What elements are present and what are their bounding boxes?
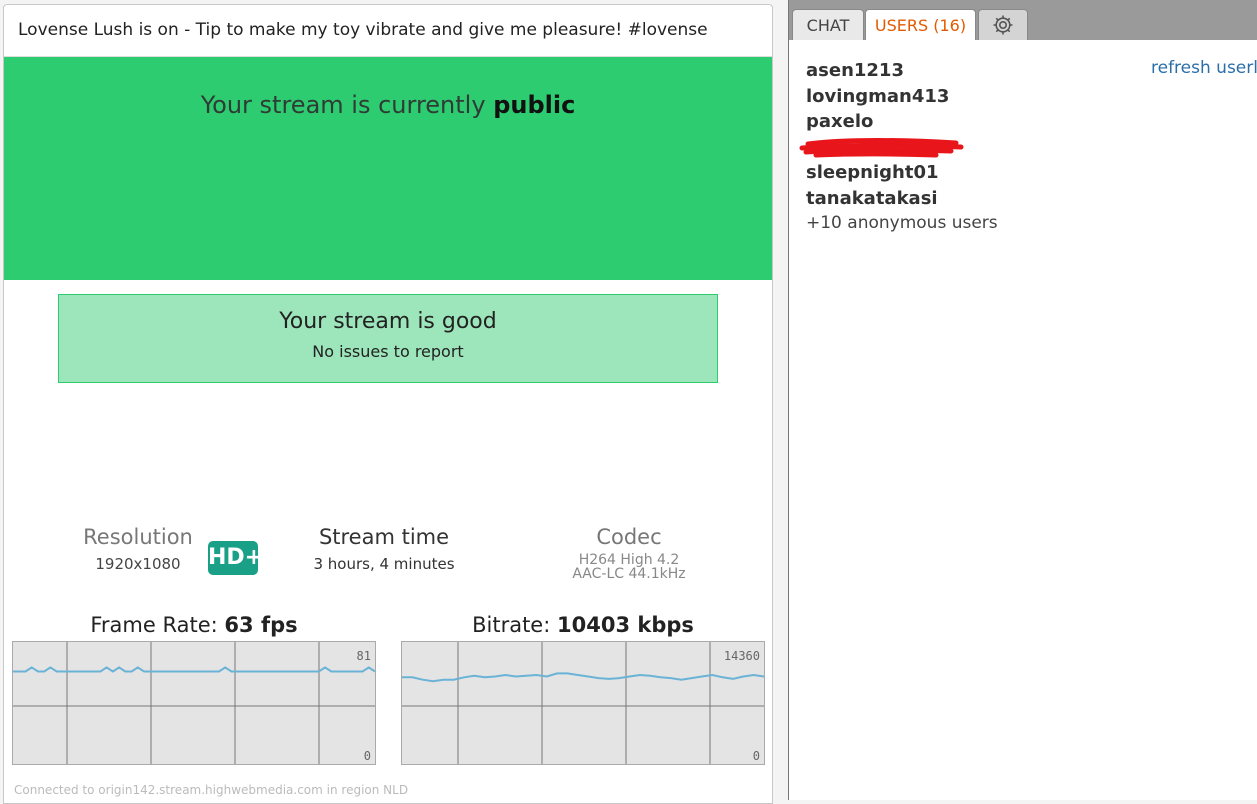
room-subject: Lovense Lush is on - Tip to make my toy … — [4, 5, 772, 57]
tab-users[interactable]: USERS (16) — [865, 9, 976, 40]
codec-audio: AAC-LC 44.1kHz — [572, 566, 686, 582]
stream-time-stat: Stream time 3 hours, 4 minutes — [294, 525, 474, 573]
connection-info: Connected to origin142.stream.highwebmed… — [14, 783, 409, 797]
resolution-label: Resolution — [83, 525, 193, 549]
bitrate-graph-svg: 14360 0 — [402, 642, 765, 764]
stream-health-heading: Your stream is good — [279, 309, 497, 334]
user-list-item-redacted[interactable] — [799, 135, 998, 161]
framerate-graph-svg: 81 0 — [13, 642, 376, 764]
framerate-graph: 81 0 — [12, 641, 376, 765]
framerate-label: Frame Rate: — [90, 613, 218, 637]
user-list-item[interactable]: tanakatakasi — [806, 186, 998, 212]
framerate-title: Frame Rate: 63 fps — [12, 613, 376, 637]
bitrate-min-tick: 0 — [753, 749, 760, 763]
chat-sidebar: CHAT USERS (16) asen1213 lovingman413 pa… — [788, 0, 1257, 800]
bitrate-title: Bitrate: 10403 kbps — [401, 613, 765, 637]
stream-time-value: 3 hours, 4 minutes — [313, 555, 455, 573]
bitrate-max-tick: 14360 — [724, 649, 760, 663]
visibility-state: public — [493, 91, 576, 119]
anonymous-users-count: +10 anonymous users — [806, 213, 998, 233]
resolution-stat: Resolution 1920x1080 — [78, 525, 198, 573]
visibility-prefix: Your stream is currently — [200, 91, 486, 119]
stream-visibility-banner: Your stream is currently public — [4, 57, 772, 280]
codec-video: H264 High 4.2 — [578, 552, 680, 568]
user-list-item[interactable]: paxelo — [806, 109, 998, 135]
stream-health-detail: No issues to report — [312, 342, 464, 361]
gear-icon — [993, 15, 1013, 35]
tab-chat[interactable]: CHAT — [792, 9, 864, 40]
bitrate-label: Bitrate: — [472, 613, 551, 637]
framerate-min-tick: 0 — [364, 749, 371, 763]
user-list-item[interactable]: lovingman413 — [806, 84, 998, 110]
stream-visibility-text: Your stream is currently public — [4, 91, 772, 119]
codec-stat: Codec H264 High 4.2 AAC-LC 44.1kHz — [554, 525, 704, 581]
user-list-item[interactable]: asen1213 — [806, 58, 998, 84]
hd-badge: HD+ — [208, 541, 263, 575]
redaction-scribble — [799, 137, 964, 157]
user-list-item[interactable]: sleepnight01 — [806, 160, 998, 186]
tab-settings[interactable] — [978, 9, 1028, 40]
stream-health-box: Your stream is good No issues to report — [58, 294, 718, 383]
refresh-userlist-link[interactable]: refresh userlist — [1151, 58, 1257, 78]
resolution-value: 1920x1080 — [95, 555, 181, 573]
bitrate-graph: 14360 0 — [401, 641, 765, 765]
codec-label: Codec — [596, 525, 662, 549]
framerate-value: 63 fps — [224, 613, 298, 637]
stream-time-label: Stream time — [318, 525, 450, 549]
sidebar-tabbar: CHAT USERS (16) — [788, 0, 1257, 40]
framerate-max-tick: 81 — [357, 649, 371, 663]
broadcast-panel: Lovense Lush is on - Tip to make my toy … — [3, 4, 773, 804]
user-list: asen1213 lovingman413 paxelo sleepnight0… — [799, 58, 998, 236]
users-panel: asen1213 lovingman413 paxelo sleepnight0… — [788, 40, 1257, 800]
bitrate-value: 10403 kbps — [557, 613, 694, 637]
